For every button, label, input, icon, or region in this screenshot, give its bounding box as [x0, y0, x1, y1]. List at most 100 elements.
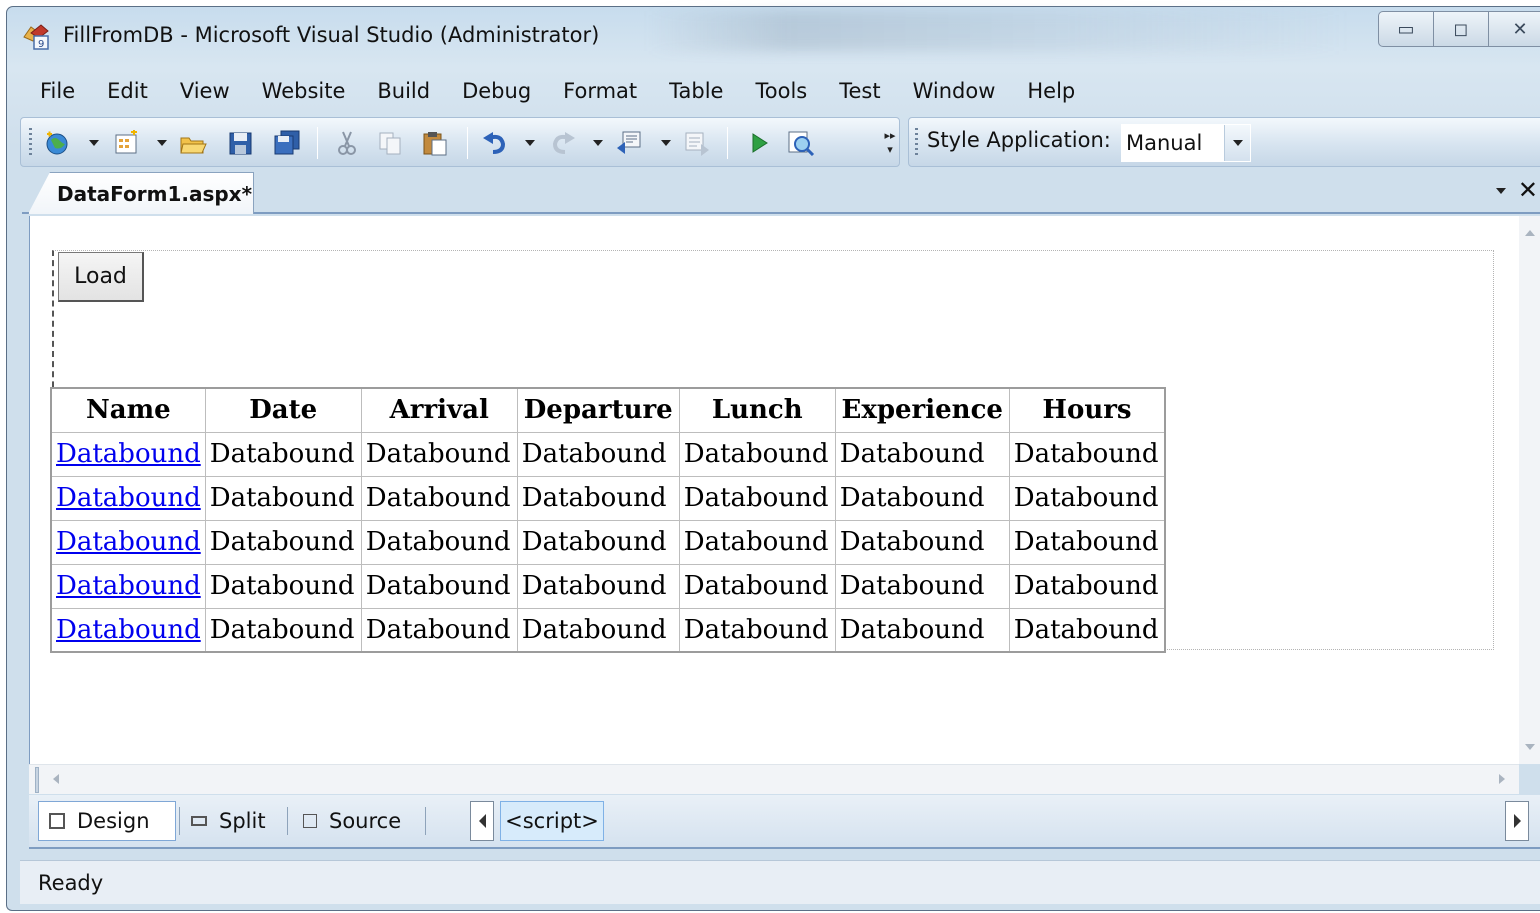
divider	[425, 807, 426, 835]
menu-build[interactable]: Build	[361, 70, 446, 112]
table-cell: Databound	[1008, 431, 1166, 477]
column-header[interactable]: Hours	[1008, 387, 1166, 433]
close-button[interactable]: ✕	[1488, 11, 1540, 47]
scroll-up-icon[interactable]	[1525, 230, 1535, 236]
tag-breadcrumb-script[interactable]: <script>	[500, 801, 604, 841]
menu-test[interactable]: Test	[823, 70, 896, 112]
svg-text:9: 9	[38, 39, 44, 50]
name-link[interactable]: Databound	[50, 607, 206, 653]
divider	[179, 807, 180, 835]
open-file-icon[interactable]	[179, 130, 207, 156]
toolbar-grip[interactable]	[29, 128, 32, 158]
name-link[interactable]: Databound	[50, 475, 206, 521]
toolbar-separator	[727, 127, 728, 159]
tab-source[interactable]: Source	[293, 801, 427, 841]
cut-icon[interactable]	[333, 130, 361, 156]
table-cell: Databound	[360, 519, 518, 565]
scroll-right-icon[interactable]	[1499, 774, 1505, 784]
scroll-thumb[interactable]	[35, 767, 39, 793]
name-link[interactable]: Databound	[50, 563, 206, 609]
tab-split[interactable]: Split	[181, 801, 285, 841]
column-header[interactable]: Date	[204, 387, 362, 433]
start-debugging-icon[interactable]	[745, 130, 773, 156]
column-header[interactable]: Lunch	[678, 387, 836, 433]
table-cell: Databound	[1008, 519, 1166, 565]
style-toolbar: Style Application: Manual	[908, 117, 1540, 167]
table-cell: Databound	[678, 519, 836, 565]
column-header[interactable]: Arrival	[360, 387, 518, 433]
chevron-down-icon[interactable]	[1496, 188, 1506, 194]
column-header[interactable]: Experience	[834, 387, 1010, 433]
menu-help[interactable]: Help	[1011, 70, 1091, 112]
paste-icon[interactable]	[421, 130, 449, 156]
menu-tools[interactable]: Tools	[739, 70, 823, 112]
redo-icon[interactable]	[549, 130, 577, 156]
undo-dropdown[interactable]	[525, 140, 535, 146]
save-icon[interactable]	[227, 130, 255, 156]
menu-debug[interactable]: Debug	[446, 70, 547, 112]
table-cell: Databound	[834, 519, 1010, 565]
table-cell: Databound	[516, 431, 680, 477]
table-row: Databound Databound Databound Databound …	[50, 519, 1166, 565]
copy-icon[interactable]	[377, 130, 405, 156]
table-cell: Databound	[678, 563, 836, 609]
table-cell: Databound	[516, 475, 680, 521]
tab-dataform1[interactable]: DataForm1.aspx*	[28, 172, 254, 214]
close-icon[interactable]: ✕	[1518, 176, 1538, 204]
chevron-left-icon	[478, 814, 486, 828]
status-bar: Ready	[20, 860, 1540, 904]
minimize-button[interactable]: ▭	[1378, 11, 1434, 47]
add-item-dropdown[interactable]	[157, 140, 167, 146]
load-button[interactable]: Load	[58, 252, 144, 302]
style-application-select[interactable]: Manual	[1121, 124, 1251, 162]
tag-nav-right-button[interactable]	[1505, 801, 1529, 841]
redo-dropdown[interactable]	[593, 140, 603, 146]
scroll-left-icon[interactable]	[53, 774, 59, 784]
tab-source-label: Source	[329, 809, 402, 833]
scroll-down-icon[interactable]	[1525, 744, 1535, 750]
background-blur	[647, 11, 1347, 51]
save-all-icon[interactable]	[273, 130, 301, 156]
column-header[interactable]: Departure	[516, 387, 680, 433]
view-in-browser-icon[interactable]	[787, 130, 815, 156]
chevron-right-icon	[1513, 814, 1521, 828]
menu-website[interactable]: Website	[246, 70, 362, 112]
navigate-dropdown[interactable]	[661, 140, 671, 146]
table-cell: Databound	[360, 563, 518, 609]
name-link[interactable]: Databound	[50, 431, 206, 477]
grid-header-row: Name Date Arrival Departure Lunch Experi…	[50, 387, 1166, 433]
gridview[interactable]: Name Date Arrival Departure Lunch Experi…	[50, 387, 1167, 653]
column-header[interactable]: Name	[50, 387, 206, 433]
vertical-scrollbar[interactable]	[1519, 216, 1540, 764]
navigate-icon[interactable]	[615, 130, 643, 156]
table-cell: Databound	[834, 475, 1010, 521]
new-website-icon[interactable]	[43, 130, 71, 156]
maximize-button[interactable]: ◻	[1433, 11, 1489, 47]
menu-edit[interactable]: Edit	[91, 70, 164, 112]
table-cell: Databound	[834, 431, 1010, 477]
menu-window[interactable]: Window	[897, 70, 1012, 112]
find-icon[interactable]	[683, 130, 711, 156]
table-cell: Databound	[204, 475, 362, 521]
add-item-icon[interactable]	[113, 130, 141, 156]
table-cell: Databound	[678, 607, 836, 653]
toolbar-grip[interactable]	[915, 128, 918, 158]
menu-view[interactable]: View	[164, 70, 246, 112]
menu-file[interactable]: File	[14, 70, 91, 112]
title-bar[interactable]: 9 FillFromDB - Microsoft Visual Studio (…	[7, 7, 1540, 62]
new-website-dropdown[interactable]	[89, 140, 99, 146]
menu-table[interactable]: Table	[653, 70, 739, 112]
menu-format[interactable]: Format	[547, 70, 653, 112]
table-cell: Databound	[1008, 607, 1166, 653]
tag-nav-left-button[interactable]	[470, 801, 494, 841]
caption-buttons: ▭ ◻ ✕	[1378, 11, 1540, 47]
undo-icon[interactable]	[481, 130, 509, 156]
style-application-value: Manual	[1126, 131, 1203, 155]
name-link[interactable]: Databound	[50, 519, 206, 565]
toolbar-overflow-icon[interactable]: ▸▸ ▾	[880, 122, 900, 164]
style-application-label: Style Application:	[927, 128, 1111, 152]
table-cell: Databound	[516, 563, 680, 609]
horizontal-scrollbar[interactable]	[29, 764, 1519, 794]
dropdown-arrow-icon[interactable]	[1224, 125, 1250, 161]
tab-design[interactable]: Design	[38, 801, 176, 841]
